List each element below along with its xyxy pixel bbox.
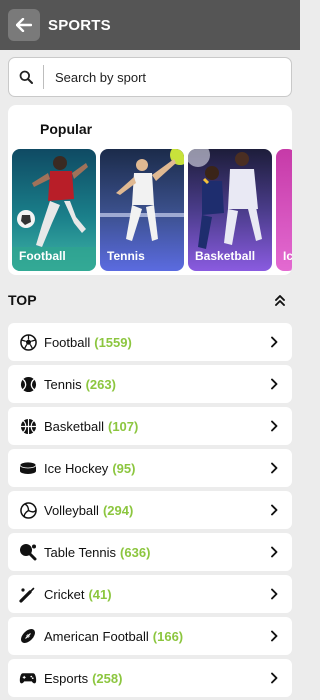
cricket-bat-icon bbox=[19, 585, 37, 603]
popular-tile-football[interactable]: Football bbox=[12, 149, 96, 271]
popular-tile-label: Tennis bbox=[107, 249, 145, 263]
volleyball-icon bbox=[19, 501, 37, 519]
chevron-right-icon bbox=[270, 630, 278, 642]
sport-name: Tennis bbox=[44, 376, 82, 392]
table-tennis-paddle-icon bbox=[19, 543, 37, 561]
sport-row-esports[interactable]: Esports (258) bbox=[8, 659, 292, 697]
double-chevron-up-icon[interactable] bbox=[274, 294, 286, 306]
sport-count: (95) bbox=[112, 460, 136, 476]
american-football-icon bbox=[19, 627, 37, 645]
sport-count: (41) bbox=[88, 586, 112, 602]
popular-title: Popular bbox=[40, 121, 93, 137]
gamepad-icon bbox=[19, 669, 37, 687]
chevron-right-icon bbox=[270, 672, 278, 684]
sport-count: (294) bbox=[102, 502, 134, 518]
sport-count: (636) bbox=[120, 544, 151, 560]
sport-name: Ice Hockey bbox=[44, 460, 109, 476]
chevron-right-icon bbox=[270, 336, 278, 348]
chevron-right-icon bbox=[270, 420, 278, 432]
popular-tile-label: Football bbox=[19, 249, 66, 263]
popular-tile-label: Ic bbox=[283, 249, 292, 263]
hockey-puck-icon bbox=[19, 459, 37, 477]
chevron-right-icon bbox=[270, 546, 278, 558]
arrow-left-icon bbox=[16, 18, 32, 32]
sport-count: (1559) bbox=[94, 334, 132, 350]
basketball-icon bbox=[19, 417, 37, 435]
soccer-ball-icon bbox=[19, 333, 37, 351]
chevron-right-icon bbox=[270, 504, 278, 516]
search-icon bbox=[9, 58, 43, 96]
sport-name: American Football bbox=[44, 628, 149, 644]
back-button[interactable] bbox=[8, 9, 40, 41]
sport-name: Esports bbox=[44, 670, 89, 686]
sport-name: Football bbox=[44, 334, 91, 350]
chevron-right-icon bbox=[270, 462, 278, 474]
app-header: SPORTS bbox=[0, 0, 300, 50]
sport-count: (258) bbox=[92, 670, 123, 686]
sport-name: Volleyball bbox=[44, 502, 99, 518]
sport-count: (263) bbox=[85, 376, 116, 392]
sport-count: (107) bbox=[107, 418, 139, 434]
chevron-right-icon bbox=[270, 588, 278, 600]
sport-name: Table Tennis bbox=[44, 544, 117, 560]
popular-section: Popular Football Tennis Basketball Ic bbox=[8, 105, 292, 275]
sport-row-basketball[interactable]: Basketball (107) bbox=[8, 407, 292, 445]
top-section-header: TOP bbox=[0, 277, 300, 323]
sports-list: Football (1559) Tennis (263) Basketball … bbox=[0, 323, 300, 697]
sport-name: Basketball bbox=[44, 418, 104, 434]
popular-tile-ice-hockey[interactable]: Ic bbox=[276, 149, 292, 271]
sport-row-cricket[interactable]: Cricket (41) bbox=[8, 575, 292, 613]
search-input[interactable] bbox=[44, 58, 291, 96]
search-bar[interactable] bbox=[8, 57, 292, 97]
sport-row-table-tennis[interactable]: Table Tennis (636) bbox=[8, 533, 292, 571]
sport-row-tennis[interactable]: Tennis (263) bbox=[8, 365, 292, 403]
popular-tile-label: Basketball bbox=[195, 249, 256, 263]
chevron-right-icon bbox=[270, 378, 278, 390]
popular-tile-tennis[interactable]: Tennis bbox=[100, 149, 184, 271]
sport-row-ice-hockey[interactable]: Ice Hockey (95) bbox=[8, 449, 292, 487]
top-title: TOP bbox=[8, 292, 37, 308]
sport-name: Cricket bbox=[44, 586, 85, 602]
popular-tile-basketball[interactable]: Basketball bbox=[188, 149, 272, 271]
sport-count: (166) bbox=[152, 628, 184, 644]
tennis-ball-icon bbox=[19, 375, 37, 393]
sport-row-volleyball[interactable]: Volleyball (294) bbox=[8, 491, 292, 529]
sport-row-american-football[interactable]: American Football (166) bbox=[8, 617, 292, 655]
page-title: SPORTS bbox=[48, 16, 111, 34]
sport-row-football[interactable]: Football (1559) bbox=[8, 323, 292, 361]
